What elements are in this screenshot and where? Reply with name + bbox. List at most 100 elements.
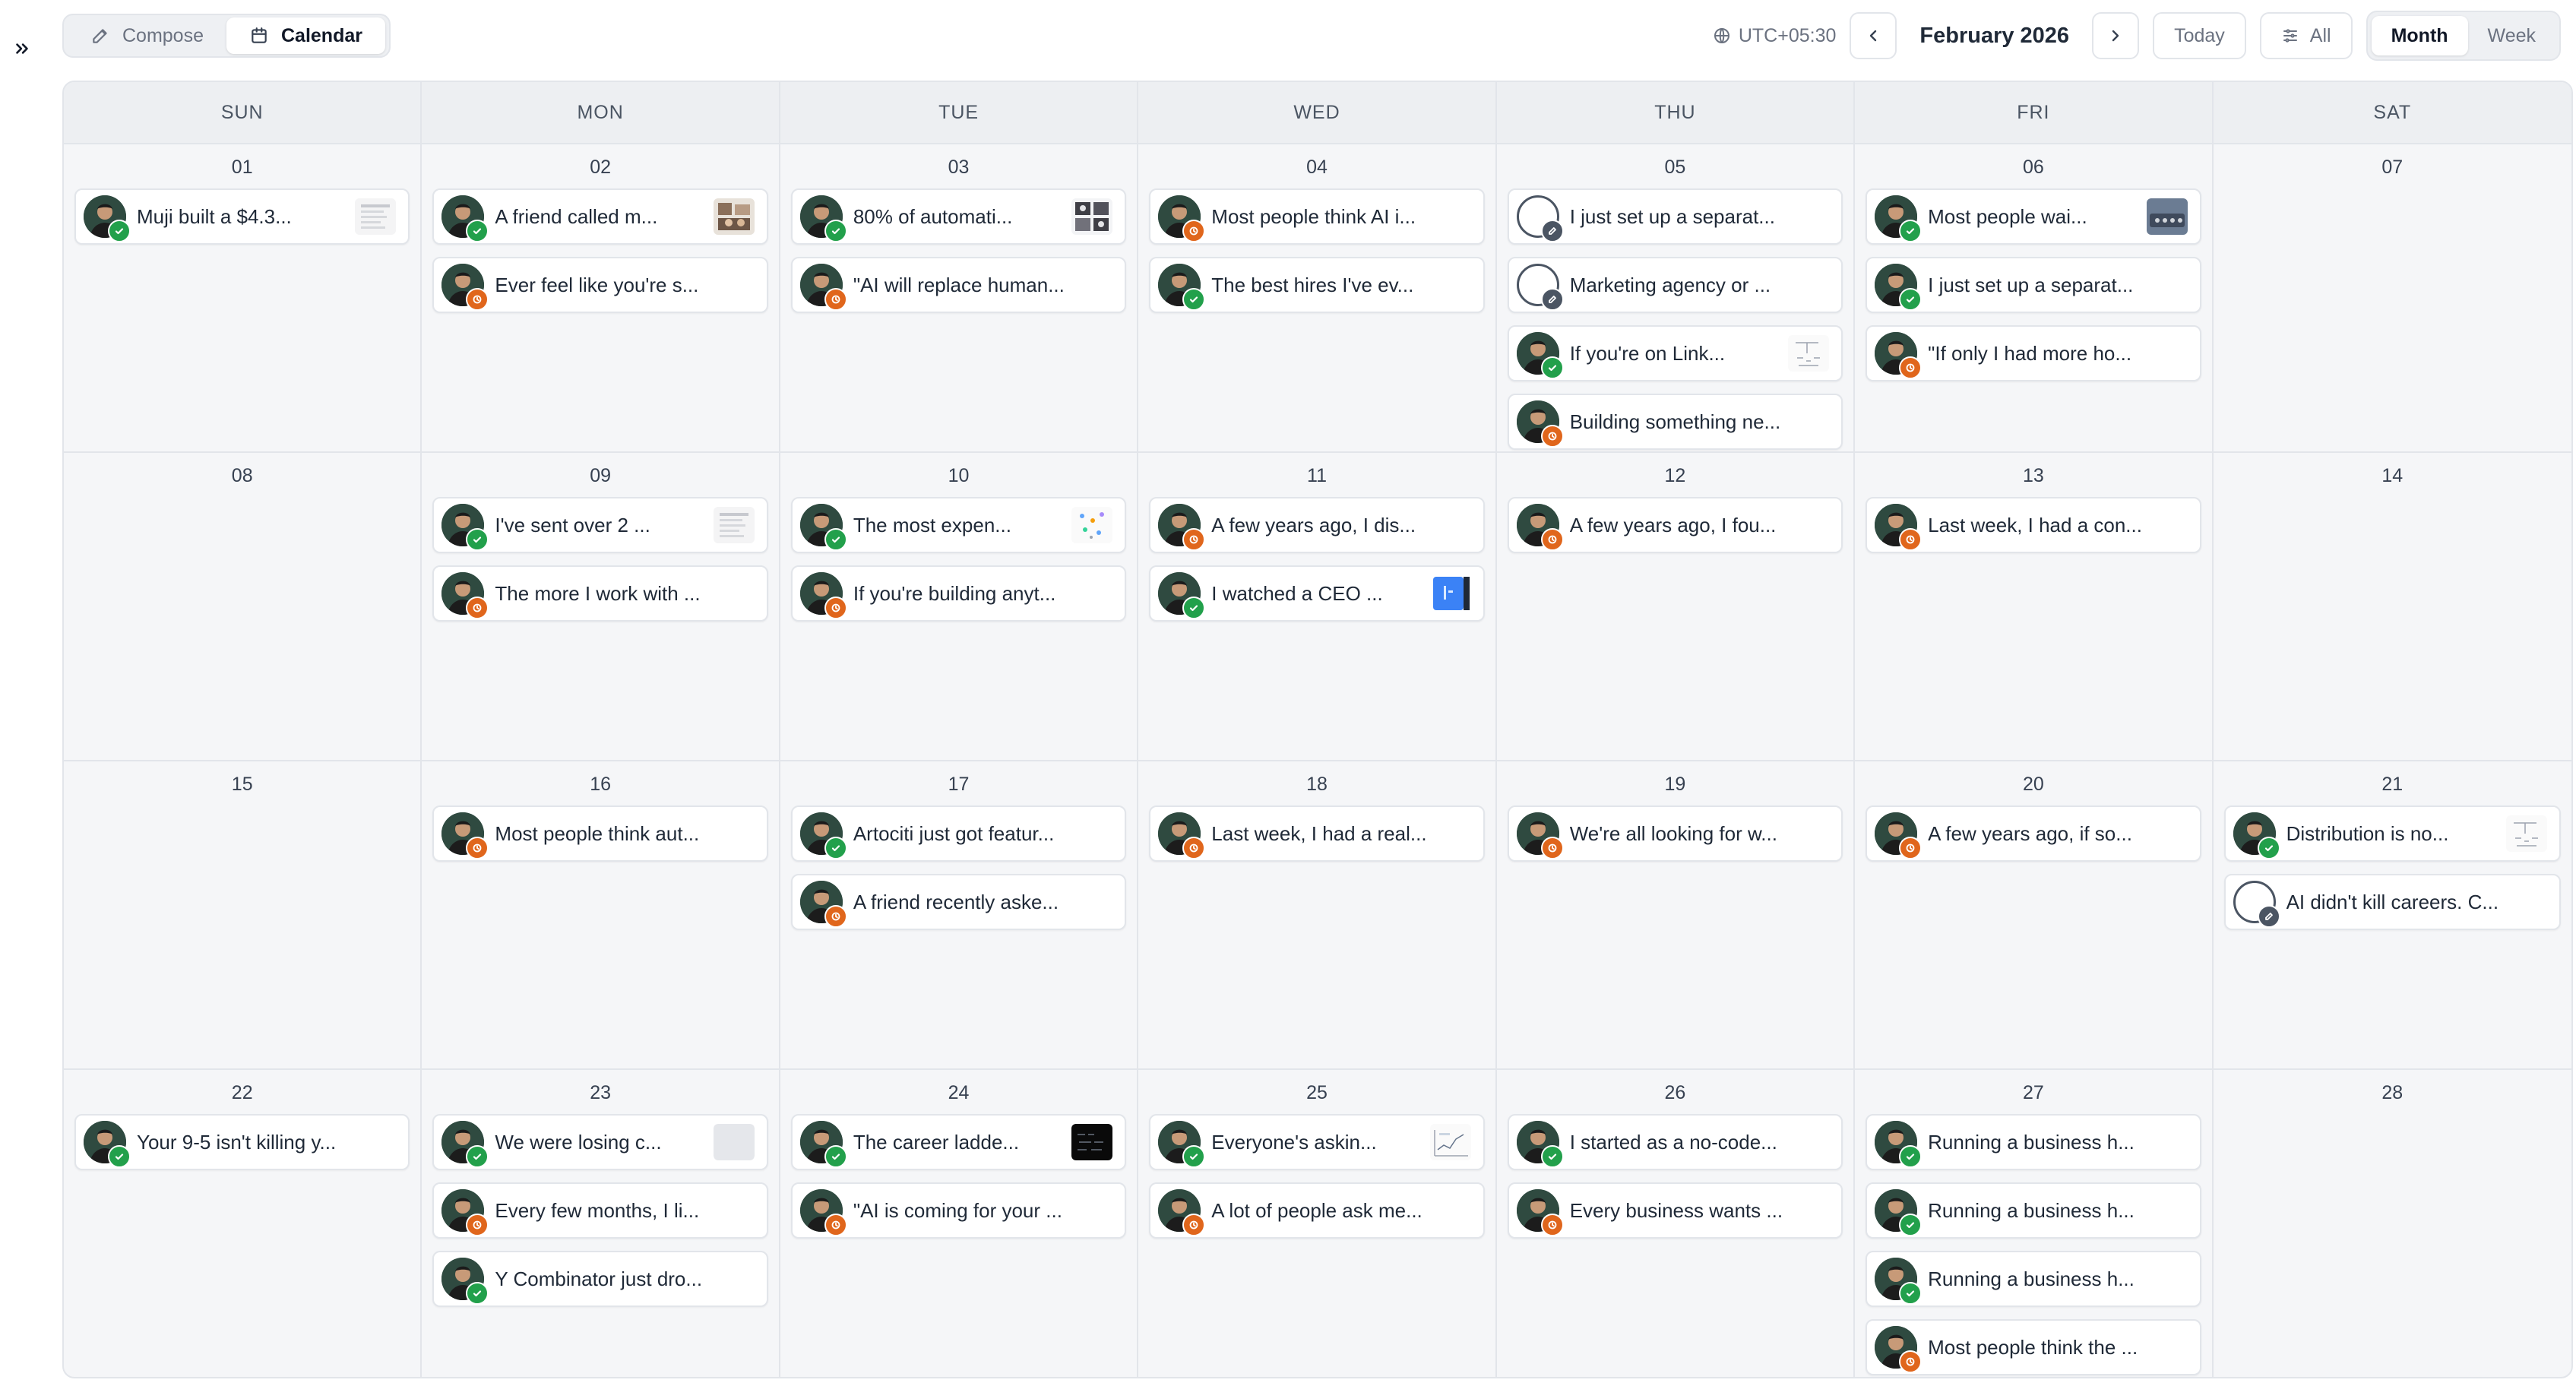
- media-thumbnail: [1071, 198, 1113, 235]
- day-cell[interactable]: 02 A friend called m... Ever feel like you…: [422, 144, 780, 453]
- post-card[interactable]: A few years ago, I fou...: [1507, 497, 1843, 553]
- day-cell[interactable]: 27 Running a business h... Running a busin…: [1855, 1070, 2214, 1377]
- post-preview-text: Everyone's askin...: [1211, 1130, 1377, 1154]
- day-cell[interactable]: 21 Distribution is no... AI didn't kill ca…: [2213, 761, 2571, 1070]
- today-button[interactable]: Today: [2153, 12, 2246, 59]
- post-card[interactable]: I watched a CEO ...: [1149, 565, 1485, 622]
- week-view-tab[interactable]: Week: [2468, 16, 2555, 55]
- day-cell[interactable]: 28: [2214, 1070, 2571, 1377]
- filter-button[interactable]: All: [2259, 12, 2353, 59]
- day-cell[interactable]: 14: [2213, 453, 2571, 761]
- day-cell[interactable]: 25 Everyone's askin... A lot of people ask…: [1138, 1070, 1497, 1377]
- day-cell[interactable]: 04 Most people think AI i... The best hire…: [1138, 144, 1497, 453]
- next-month-button[interactable]: [2092, 12, 2140, 59]
- day-cell[interactable]: 23 We were losing c... Every few months, I…: [422, 1070, 780, 1377]
- status-badge: [466, 1282, 489, 1305]
- post-preview-text: If you're building anyt...: [853, 581, 1056, 605]
- expand-sidebar-button[interactable]: [11, 33, 33, 64]
- post-card[interactable]: I just set up a separat...: [1866, 257, 2201, 313]
- compose-tab[interactable]: Compose: [68, 17, 226, 54]
- day-cell[interactable]: 24 The career ladde... "AI is coming for y…: [780, 1070, 1139, 1377]
- day-cell[interactable]: 13 Last week, I had a con...: [1855, 453, 2214, 761]
- post-card[interactable]: Most people think the ...: [1866, 1319, 2201, 1375]
- day-cell[interactable]: 05 I just set up a separat... Marketing ag…: [1496, 144, 1856, 453]
- day-cell[interactable]: 07: [2213, 144, 2571, 453]
- week-view-label: Week: [2487, 24, 2536, 46]
- day-number: 27: [2022, 1082, 2044, 1103]
- post-card[interactable]: Running a business h...: [1866, 1114, 2201, 1170]
- day-cell[interactable]: 17 Artociti just got featur... A friend re…: [780, 761, 1139, 1070]
- post-card[interactable]: A friend called m...: [432, 188, 768, 245]
- day-cell[interactable]: 10 The most expen... If you're building an…: [780, 453, 1139, 761]
- day-number: 16: [590, 774, 612, 795]
- day-cell[interactable]: 19 We're all looking for w...: [1496, 761, 1856, 1070]
- calendar-tab[interactable]: Calendar: [226, 17, 385, 54]
- status-badge: [824, 597, 847, 619]
- post-card[interactable]: Muji built a $4.3...: [74, 188, 410, 245]
- timezone-selector[interactable]: UTC+05:30: [1713, 25, 1836, 47]
- author-avatar: [1516, 504, 1564, 551]
- post-card[interactable]: Running a business h...: [1866, 1182, 2201, 1239]
- month-view-tab[interactable]: Month: [2371, 16, 2468, 55]
- status-badge: [466, 597, 489, 619]
- day-cell[interactable]: 09 I've sent over 2 ... The more I work wi…: [422, 453, 780, 761]
- post-card[interactable]: Y Combinator just dro...: [432, 1251, 768, 1307]
- post-card[interactable]: "AI is coming for your ...: [790, 1182, 1127, 1239]
- post-card[interactable]: Last week, I had a con...: [1866, 497, 2201, 553]
- author-avatar: [799, 881, 847, 928]
- post-card[interactable]: The career ladde...: [790, 1114, 1127, 1170]
- day-cell[interactable]: 20 A few years ago, if so...: [1855, 761, 2214, 1070]
- post-card[interactable]: Every few months, I li...: [432, 1182, 768, 1239]
- day-cell[interactable]: 18 Last week, I had a real...: [1138, 761, 1497, 1070]
- post-card[interactable]: I just set up a separat...: [1507, 188, 1843, 245]
- day-cell[interactable]: 26 I started as a no-code... Every busines…: [1497, 1070, 1856, 1377]
- day-cell[interactable]: 06 Most people wai... I just set up a sepa…: [1855, 144, 2214, 453]
- post-preview-text: A few years ago, I fou...: [1569, 513, 1777, 536]
- post-card[interactable]: The most expen...: [790, 497, 1127, 553]
- post-card[interactable]: 80% of automati...: [790, 188, 1127, 245]
- post-card[interactable]: A lot of people ask me...: [1149, 1182, 1485, 1239]
- post-card[interactable]: Building something ne...: [1507, 394, 1843, 450]
- post-card[interactable]: "AI will replace human...: [790, 257, 1127, 313]
- post-card[interactable]: "If only I had more ho...: [1866, 325, 2201, 381]
- day-cell[interactable]: 12 A few years ago, I fou...: [1496, 453, 1856, 761]
- day-cell[interactable]: 22 Your 9-5 isn't killing y...: [64, 1070, 422, 1377]
- post-card[interactable]: Your 9-5 isn't killing y...: [74, 1114, 410, 1170]
- post-card[interactable]: Last week, I had a real...: [1149, 805, 1485, 862]
- status-badge: [466, 528, 489, 551]
- post-preview-text: AI didn't kill careers. C...: [2286, 890, 2499, 913]
- day-cell[interactable]: 11 A few years ago, I dis... I watched a C…: [1138, 453, 1497, 761]
- post-card[interactable]: Ever feel like you're s...: [432, 257, 768, 313]
- post-card[interactable]: If you're building anyt...: [790, 565, 1127, 622]
- post-card[interactable]: We're all looking for w...: [1507, 805, 1843, 862]
- day-number: 15: [231, 774, 253, 795]
- post-card[interactable]: A few years ago, I dis...: [1149, 497, 1485, 553]
- check-icon: [472, 226, 483, 236]
- post-card[interactable]: Everyone's askin...: [1149, 1114, 1485, 1170]
- post-card[interactable]: Marketing agency or ...: [1507, 257, 1843, 313]
- post-card[interactable]: Distribution is no...: [2223, 805, 2561, 862]
- post-card[interactable]: The best hires I've ev...: [1149, 257, 1485, 313]
- day-cell[interactable]: 16 Most people think aut...: [422, 761, 780, 1070]
- day-cell[interactable]: 15: [64, 761, 422, 1070]
- post-card[interactable]: A few years ago, if so...: [1866, 805, 2201, 862]
- post-card[interactable]: I started as a no-code...: [1507, 1114, 1843, 1170]
- post-card[interactable]: Artociti just got featur...: [790, 805, 1127, 862]
- day-cell[interactable]: 03 80% of automati... "AI will replace hum…: [780, 144, 1139, 453]
- post-card[interactable]: Most people wai...: [1866, 188, 2201, 245]
- post-card[interactable]: If you're on Link...: [1507, 325, 1843, 381]
- post-card[interactable]: Running a business h...: [1866, 1251, 2201, 1307]
- day-cell[interactable]: 08: [64, 453, 422, 761]
- post-card[interactable]: AI didn't kill careers. C...: [2223, 874, 2561, 930]
- post-card[interactable]: Every business wants ...: [1507, 1182, 1843, 1239]
- media-thumbnail: [713, 507, 755, 543]
- post-card[interactable]: Most people think aut...: [432, 805, 768, 862]
- post-card[interactable]: Most people think AI i...: [1149, 188, 1485, 245]
- post-card[interactable]: We were losing c...: [432, 1114, 768, 1170]
- day-cell[interactable]: 01 Muji built a $4.3...: [64, 144, 422, 453]
- post-card[interactable]: A friend recently aske...: [790, 874, 1127, 930]
- post-card[interactable]: I've sent over 2 ...: [432, 497, 768, 553]
- author-avatar: [1875, 1326, 1923, 1373]
- previous-month-button[interactable]: [1850, 12, 1897, 59]
- post-card[interactable]: The more I work with ...: [432, 565, 768, 622]
